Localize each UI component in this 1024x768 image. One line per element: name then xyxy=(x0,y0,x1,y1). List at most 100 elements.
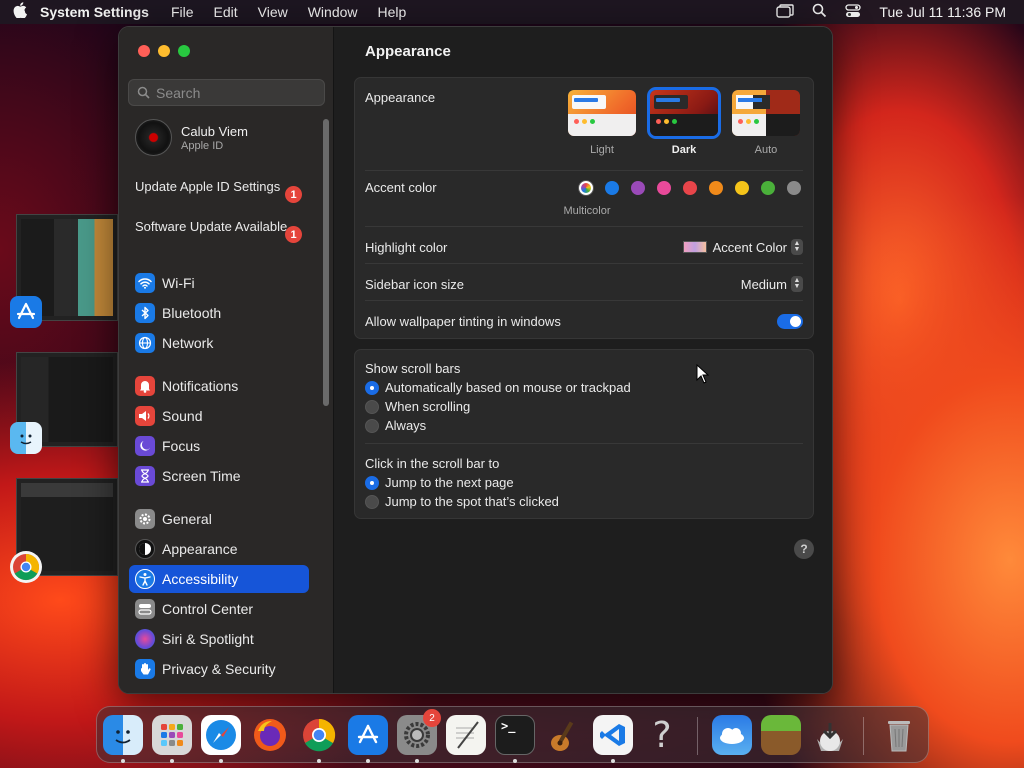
menu-view[interactable]: View xyxy=(258,4,288,20)
accent-red-swatch[interactable] xyxy=(683,181,697,195)
appearance-auto-label: Auto xyxy=(754,144,778,156)
screen-mirroring-icon[interactable] xyxy=(776,3,795,21)
zoom-button[interactable] xyxy=(178,45,190,57)
radio-button[interactable] xyxy=(365,380,379,395)
sidebar-item-wifi[interactable]: Wi-Fi xyxy=(129,269,309,297)
textedit-dock-icon[interactable] xyxy=(446,715,486,755)
apple-id-profile[interactable]: Calub Viem Apple ID xyxy=(135,119,248,156)
profile-name: Calub Viem xyxy=(181,123,248,139)
appearance-dark-label: Dark xyxy=(671,144,697,156)
menu-edit[interactable]: Edit xyxy=(214,4,238,20)
sidebar-item-accessibility[interactable]: Accessibility xyxy=(129,565,309,593)
scroll-bars-auto-option[interactable]: Automatically based on mouse or trackpad xyxy=(365,380,631,395)
accent-graphite-swatch[interactable] xyxy=(787,181,801,195)
radio-button[interactable] xyxy=(365,399,379,414)
system-settings-window: Calub Viem Apple ID Update Apple ID Sett… xyxy=(118,26,833,694)
sidebar-item-network[interactable]: Network xyxy=(129,329,309,357)
spotlight-search-icon[interactable] xyxy=(812,3,827,21)
accent-green-swatch[interactable] xyxy=(761,181,775,195)
appearance-light-option[interactable] xyxy=(568,90,636,136)
accent-blue-swatch[interactable] xyxy=(605,181,619,195)
app-store-dock-icon[interactable] xyxy=(348,715,388,755)
show-scroll-bars-label: Show scroll bars xyxy=(365,361,461,376)
sidebar-scrollbar[interactable] xyxy=(323,119,329,406)
sidebar: Calub Viem Apple ID Update Apple ID Sett… xyxy=(119,27,334,693)
jump-to-spot-option[interactable]: Jump to the spot that’s clicked xyxy=(365,494,559,509)
app-store-stage-icon[interactable] xyxy=(10,296,42,328)
update-apple-id-alert[interactable]: Update Apple ID Settings xyxy=(135,179,305,195)
search-icon xyxy=(137,86,150,99)
radio-button[interactable] xyxy=(365,475,379,490)
terminal-dock-icon[interactable]: >_ xyxy=(495,715,535,755)
jump-next-page-option[interactable]: Jump to the next page xyxy=(365,475,514,490)
radio-button[interactable] xyxy=(365,418,379,433)
safari-dock-icon[interactable] xyxy=(201,715,241,755)
chrome-stage-icon[interactable] xyxy=(10,551,42,583)
radio-label: Jump to the next page xyxy=(385,475,514,490)
radio-button[interactable] xyxy=(365,494,379,509)
sidebar-item-focus[interactable]: Focus xyxy=(129,432,309,460)
accent-purple-swatch[interactable] xyxy=(631,181,645,195)
accent-yellow-swatch[interactable] xyxy=(735,181,749,195)
mouse-cursor-icon xyxy=(696,363,710,389)
accent-orange-swatch[interactable] xyxy=(709,181,723,195)
sidebar-item-appearance[interactable]: Appearance xyxy=(129,535,309,563)
apple-menu-icon[interactable] xyxy=(0,2,40,22)
finder-stage-icon[interactable] xyxy=(10,422,42,454)
software-update-alert[interactable]: Software Update Available xyxy=(135,219,305,235)
divider xyxy=(365,170,803,171)
chrome-dock-icon[interactable] xyxy=(299,715,339,755)
sidebar-item-bluetooth[interactable]: Bluetooth xyxy=(129,299,309,327)
vscode-dock-icon[interactable] xyxy=(593,715,633,755)
control-center-menu-icon[interactable] xyxy=(845,3,862,21)
appearance-dark-option[interactable] xyxy=(647,87,721,139)
sidebar-item-sound[interactable]: Sound xyxy=(129,402,309,430)
sidebar-item-screen-time[interactable]: Screen Time xyxy=(129,462,309,490)
firefox-dock-icon[interactable] xyxy=(250,715,290,755)
sidebar-item-label: Bluetooth xyxy=(162,305,222,321)
close-button[interactable] xyxy=(138,45,150,57)
hand-icon xyxy=(135,659,155,679)
accent-multicolor-swatch[interactable] xyxy=(579,181,593,195)
sidebar-item-notifications[interactable]: Notifications xyxy=(129,372,309,400)
wifi-icon xyxy=(135,273,155,293)
divider xyxy=(365,226,803,227)
sidebar-item-label: Appearance xyxy=(162,541,238,557)
wallpaper-tinting-toggle[interactable] xyxy=(777,314,803,329)
garageband-dock-icon[interactable] xyxy=(544,715,584,755)
appearance-auto-option[interactable] xyxy=(732,90,800,136)
menu-window[interactable]: Window xyxy=(308,4,358,20)
sidebar-item-privacy-security[interactable]: Privacy & Security xyxy=(129,655,309,683)
sidebar-item-control-center[interactable]: Control Center xyxy=(129,595,309,623)
sidebar-item-label: General xyxy=(162,511,212,527)
highlight-color-popup[interactable]: Accent Color ▲ ▼ xyxy=(682,239,803,255)
divider xyxy=(365,263,803,264)
search-input[interactable] xyxy=(156,84,316,101)
help-dock-icon[interactable]: ? xyxy=(642,715,682,756)
minimize-button[interactable] xyxy=(158,45,170,57)
downloads-dock-icon[interactable] xyxy=(810,715,850,755)
help-button[interactable]: ? xyxy=(794,539,814,559)
finder-dock-icon[interactable] xyxy=(103,715,143,755)
sidebar-icon-size-label: Sidebar icon size xyxy=(365,277,464,292)
weather-dock-icon[interactable] xyxy=(712,715,752,755)
menubar-clock[interactable]: Tue Jul 11 11:36 PM xyxy=(879,4,1006,20)
chevron-updown-icon: ▲ ▼ xyxy=(791,239,803,255)
control-center-icon xyxy=(135,599,155,619)
sidebar-item-siri-spotlight[interactable]: Siri & Spotlight xyxy=(129,625,309,653)
running-indicator xyxy=(611,759,615,763)
app-menu[interactable]: System Settings xyxy=(40,4,149,20)
appearance-label: Appearance xyxy=(365,90,436,105)
sidebar-icon-size-popup[interactable]: Medium ▲ ▼ xyxy=(741,276,803,292)
sidebar-item-general[interactable]: General xyxy=(129,505,309,533)
menu-file[interactable]: File xyxy=(171,4,194,20)
scroll-bars-always-option[interactable]: Always xyxy=(365,418,426,433)
trash-dock-icon[interactable] xyxy=(879,715,919,755)
menu-help[interactable]: Help xyxy=(378,4,407,20)
minecraft-dock-icon[interactable] xyxy=(761,715,801,755)
accent-pink-swatch[interactable] xyxy=(657,181,671,195)
sidebar-item-label: Notifications xyxy=(162,378,239,394)
search-field[interactable] xyxy=(128,79,325,106)
scroll-bars-when-scrolling-option[interactable]: When scrolling xyxy=(365,399,470,414)
launchpad-dock-icon[interactable] xyxy=(152,715,192,755)
